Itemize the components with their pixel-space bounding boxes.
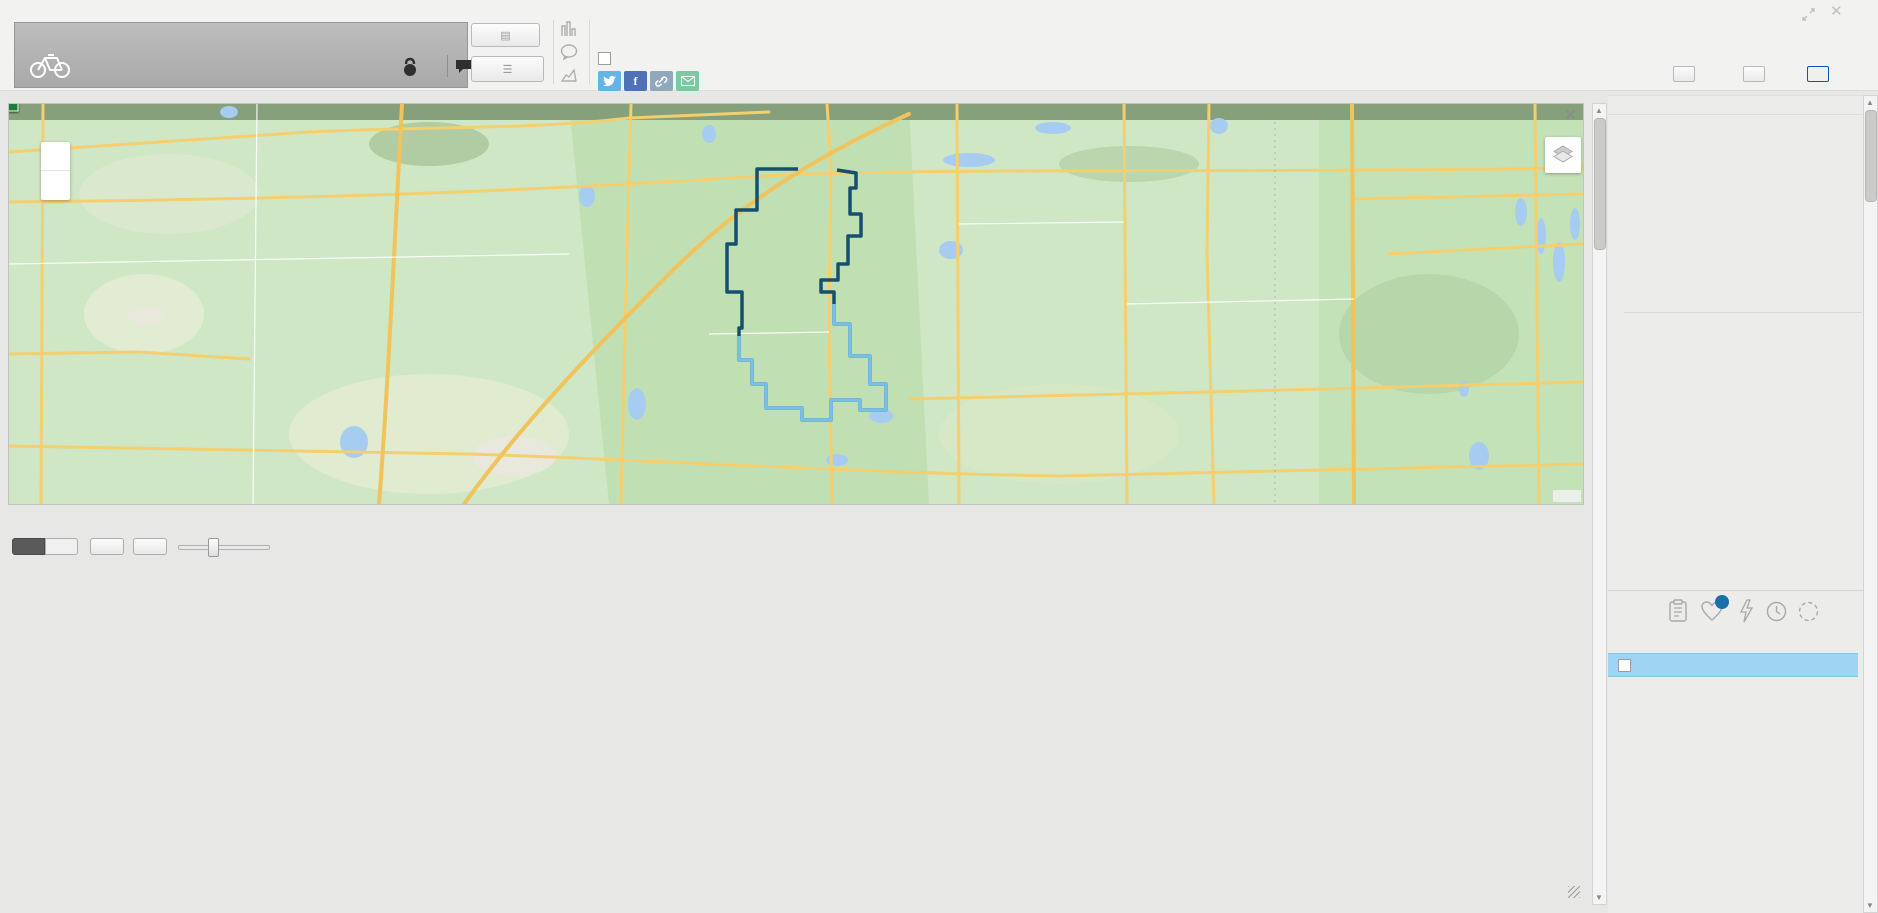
map-close-icon[interactable]: ✕ [1564,106,1577,124]
selection-panel [1608,95,1878,913]
kettlebell-icon [401,57,419,77]
panel-scrollbar[interactable]: ▲ ▼ [1592,103,1607,905]
scroll-up-arrow[interactable]: ▲ [1866,98,1874,107]
time-mode-button[interactable] [12,538,45,555]
zoom-slider-handle[interactable] [208,538,219,557]
workout-detail-window: ▤ ☰ f ✕ [0,0,1878,913]
scroll-up-arrow[interactable]: ▲ [1595,106,1603,115]
lightning-icon[interactable] [1738,599,1755,623]
scroll-down-arrow[interactable]: ▼ [1866,901,1874,910]
map-layers-button[interactable] [1545,137,1581,173]
public-checkbox[interactable] [598,52,611,65]
bike-icon [29,49,71,79]
zoom-in-button[interactable] [41,142,70,171]
email-share-button[interactable] [676,71,699,91]
map-zoom-control[interactable] [41,142,70,200]
heart-badge [1715,595,1729,609]
notes-icon[interactable] [1668,599,1688,623]
clock-icon[interactable] [1766,601,1787,622]
cancel-button[interactable] [1673,66,1695,82]
cut-button[interactable] [133,538,167,555]
dashed-circle-icon[interactable] [1798,601,1819,622]
save-close-button[interactable] [1807,66,1829,82]
lap-tools [1668,599,1828,627]
lap-row-selection[interactable] [1608,653,1858,677]
map-attribution [1553,490,1581,502]
divider [589,20,590,84]
start-marker[interactable] [8,103,19,112]
panel-title [1608,96,1878,106]
scroll-down-arrow[interactable]: ▼ [1595,893,1603,902]
speech-bubble-icon[interactable] [560,44,578,60]
bar-chart-icon[interactable] [560,20,578,38]
route-map[interactable]: ✕ [8,103,1584,505]
close-window-icon[interactable]: ✕ [1830,2,1843,20]
facebook-share-button[interactable]: f [624,71,647,91]
zoom-out-button[interactable] [41,171,70,199]
workout-totals [77,49,109,73]
zoom-slider-track[interactable] [178,545,270,550]
dist-mode-button[interactable] [45,538,78,555]
workout-summary-box[interactable] [14,22,468,88]
save-button[interactable] [1743,66,1765,82]
lap-checkbox[interactable] [1618,659,1631,672]
files-button[interactable]: ▤ [471,23,540,47]
date-line [12,5,30,17]
expand-icon[interactable] [1802,8,1815,21]
twitter-share-button[interactable] [598,71,621,91]
map-terrain [9,104,1583,504]
divider [447,55,448,77]
resize-handle[interactable] [1568,886,1580,898]
summary-button[interactable]: ☰ [471,56,544,82]
header: ▤ ☰ f ✕ [0,0,1878,91]
scrollbar-thumb[interactable] [1594,118,1606,250]
divider [553,20,554,84]
area-chart-icon[interactable] [560,66,578,84]
scrollbar-thumb[interactable] [1865,110,1877,202]
zoom-button[interactable] [90,538,124,555]
page-scrollbar[interactable]: ▲ ▼ [1863,95,1878,913]
workout-graph[interactable] [85,568,1481,884]
link-share-button[interactable] [650,71,673,91]
